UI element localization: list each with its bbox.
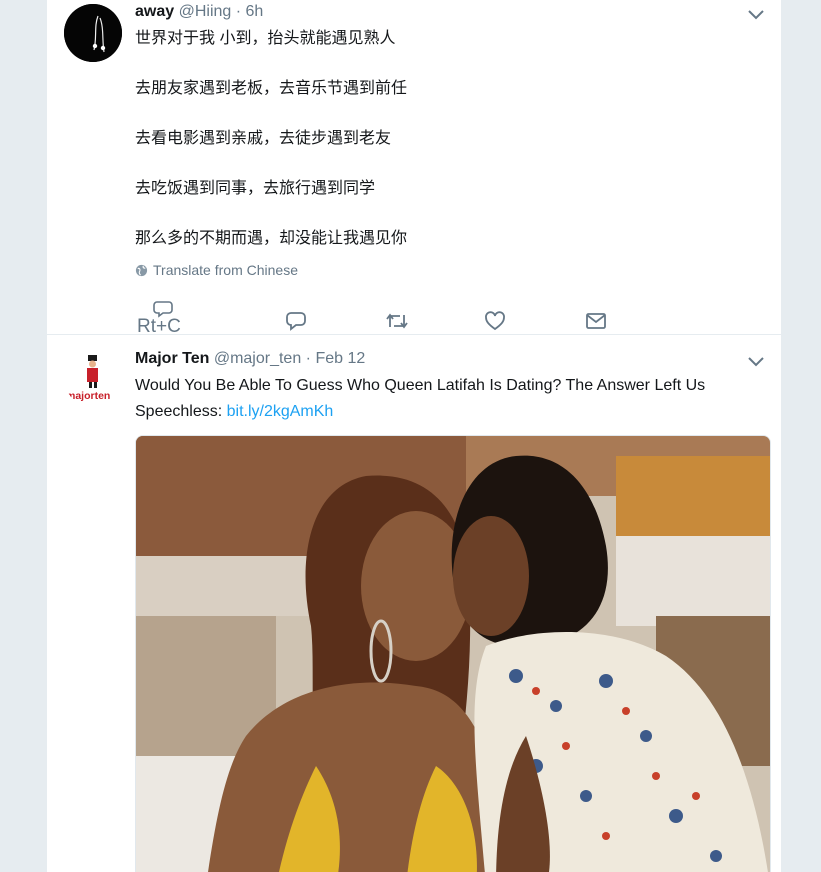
separator: · — [305, 350, 311, 367]
retweet-icon[interactable] — [385, 310, 408, 332]
tweet-text: Would You Be Able To Guess Who Queen Lat… — [135, 373, 771, 425]
tweet-text-body: Would You Be Able To Guess Who Queen Lat… — [135, 377, 706, 420]
reply-icon[interactable] — [285, 310, 307, 332]
tweet-header: Major Ten @major_ten · Feb 12 — [135, 350, 365, 368]
tweet[interactable]: away @Hiing · 6h 世界对于我 小到，抬头就能遇见熟人 去朋友家遇… — [47, 0, 781, 337]
tweet-line: 世界对于我 小到，抬头就能遇见熟人 — [135, 30, 396, 47]
tweet-photo[interactable] — [135, 435, 771, 872]
translate-label[interactable]: Translate from Chinese — [153, 262, 298, 278]
separator: · — [235, 3, 242, 20]
tweet-line: 去朋友家遇到老板，去音乐节遇到前任 — [135, 80, 408, 97]
tweet-text: 世界对于我 小到，抬头就能遇见熟人 去朋友家遇到老板，去音乐节遇到前任 去看电影… — [135, 26, 771, 251]
user-handle[interactable]: @major_ten — [214, 350, 301, 367]
display-name[interactable]: away — [135, 3, 174, 20]
tweet-line: 那么多的不期而遇，却没能让我遇见你 — [135, 230, 408, 247]
chevron-down-icon[interactable] — [747, 8, 765, 20]
tweet-line: 去看电影遇到亲戚，去徒步遇到老友 — [135, 130, 392, 147]
chevron-down-icon[interactable] — [747, 355, 765, 367]
display-name[interactable]: Major Ten — [135, 350, 209, 367]
tweet-line: 去吃饭遇到同事，去旅行遇到同学 — [135, 180, 376, 197]
rtc-button[interactable]: Rt+C — [137, 296, 187, 337]
tweet[interactable]: majorten Major Ten @major_ten · Feb 12 W… — [47, 335, 781, 872]
dm-icon[interactable] — [585, 310, 607, 332]
timestamp[interactable]: Feb 12 — [315, 350, 365, 367]
tweet-link[interactable]: bit.ly/2kgAmKh — [227, 403, 334, 420]
avatar[interactable] — [64, 4, 122, 62]
user-handle[interactable]: @Hiing — [179, 3, 232, 20]
timestamp[interactable]: 6h — [246, 3, 264, 20]
avatar-wordmark: majorten — [66, 390, 110, 402]
avatar[interactable]: majorten — [64, 349, 122, 407]
like-icon[interactable] — [484, 310, 506, 332]
tweet-actions: Rt+C — [135, 296, 606, 337]
translate-link[interactable]: Translate from Chinese — [135, 262, 298, 278]
tweet-header: away @Hiing · 6h — [135, 3, 263, 21]
globe-icon — [135, 264, 148, 276]
timeline: away @Hiing · 6h 世界对于我 小到，抬头就能遇见熟人 去朋友家遇… — [47, 0, 781, 872]
